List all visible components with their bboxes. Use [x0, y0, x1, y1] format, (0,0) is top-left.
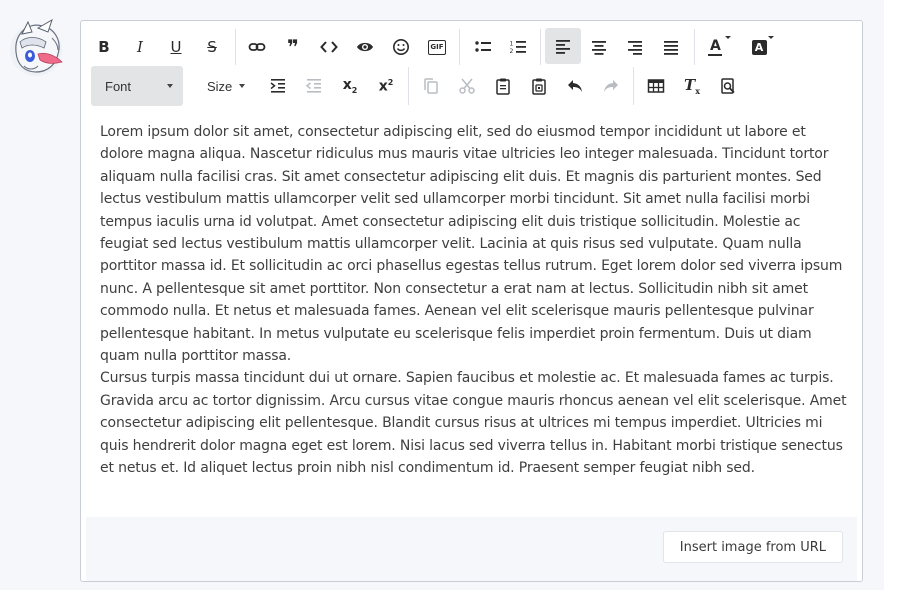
editor-toolbar: B I U S ❞ GIF 1 2 A A Font Size x2 x2 Tx	[81, 21, 862, 111]
indent-button[interactable]	[260, 68, 296, 104]
align-right-icon	[628, 41, 642, 55]
align-justify-button[interactable]	[653, 29, 689, 65]
background-color-caret-icon	[768, 36, 774, 39]
quote-button[interactable]: ❞	[275, 29, 311, 65]
font-select[interactable]: Font	[91, 66, 183, 106]
superscript-glyph: x	[378, 78, 388, 95]
italic-icon: I	[137, 37, 143, 56]
undo-button[interactable]	[557, 68, 593, 104]
gif-icon: GIF	[428, 39, 446, 55]
find-replace-icon	[721, 78, 735, 94]
size-select-label: Size	[207, 78, 233, 94]
chevron-down-icon	[239, 84, 245, 88]
paste-button[interactable]	[485, 68, 521, 104]
paste-icon	[496, 78, 510, 95]
toolbar-separator	[633, 67, 634, 105]
chevron-down-icon	[167, 84, 173, 88]
find-replace-button[interactable]	[710, 68, 746, 104]
align-right-button[interactable]	[617, 29, 653, 65]
superscript-mark: 2	[387, 77, 394, 87]
text-color-bar	[708, 54, 722, 56]
toolbar-separator	[235, 29, 236, 65]
bold-icon: B	[98, 37, 110, 56]
editor-footer: Insert image from URL	[86, 517, 857, 581]
page-edge	[884, 0, 903, 590]
gif-button[interactable]: GIF	[419, 29, 455, 65]
cut-button[interactable]	[449, 68, 485, 104]
cut-icon	[459, 78, 475, 94]
svg-text:1: 1	[510, 41, 514, 48]
copy-button[interactable]	[413, 68, 449, 104]
underline-icon: U	[170, 37, 182, 56]
editor-content[interactable]: Lorem ipsum dolor sit amet, consectetur …	[100, 121, 850, 480]
paste-from-word-button[interactable]	[521, 68, 557, 104]
table-icon	[647, 79, 665, 93]
bullet-list-button[interactable]	[465, 29, 501, 65]
insert-table-button[interactable]	[638, 68, 674, 104]
background-color-button[interactable]: A	[741, 29, 777, 65]
strikethrough-icon: S	[207, 37, 217, 56]
superscript-button[interactable]: x2	[368, 68, 404, 104]
background-color-glyph: A	[754, 40, 764, 54]
toolbar-separator	[459, 29, 460, 65]
align-left-icon	[556, 40, 570, 54]
numbered-list-icon: 1 2	[510, 41, 526, 55]
insert-image-url-button[interactable]: Insert image from URL	[662, 531, 843, 563]
size-select[interactable]: Size	[197, 66, 253, 106]
emoji-button[interactable]	[383, 29, 419, 65]
content-paragraph: Cursus turpis massa tincidunt dui ut orn…	[100, 370, 847, 477]
clear-format-mark: x	[695, 86, 700, 96]
avatar-image	[10, 18, 63, 76]
font-select-label: Font	[105, 78, 132, 94]
indent-icon	[270, 79, 285, 93]
outdent-button[interactable]	[296, 68, 332, 104]
code-button[interactable]	[311, 29, 347, 65]
outdent-icon	[305, 79, 321, 93]
content-paragraph: Lorem ipsum dolor sit amet, consectetur …	[100, 124, 843, 365]
subscript-mark: 2	[351, 85, 358, 95]
rich-text-editor: B I U S ❞ GIF 1 2 A A Font Size x2 x2 Tx…	[80, 20, 863, 582]
underline-button[interactable]: U	[158, 29, 194, 65]
bold-button[interactable]: B	[86, 29, 122, 65]
text-color-glyph: A	[710, 38, 721, 54]
subscript-button[interactable]: x2	[332, 68, 368, 104]
text-color-button[interactable]: A	[698, 29, 734, 65]
preview-eye-icon	[357, 42, 373, 52]
redo-button[interactable]	[593, 68, 629, 104]
link-icon	[248, 43, 266, 51]
toolbar-separator	[540, 29, 541, 65]
preview-button[interactable]	[347, 29, 383, 65]
align-center-icon	[592, 41, 606, 55]
text-color-caret-icon	[725, 36, 731, 39]
copy-icon	[424, 78, 438, 94]
italic-button[interactable]: I	[122, 29, 158, 65]
align-justify-icon	[664, 41, 678, 55]
subscript-glyph: x	[342, 77, 352, 94]
align-center-button[interactable]	[581, 29, 617, 65]
avatar[interactable]	[8, 18, 64, 78]
numbered-list-button[interactable]: 1 2	[500, 29, 536, 65]
bullet-list-icon	[475, 41, 491, 52]
link-button[interactable]	[239, 29, 275, 65]
background-color-icon: A	[751, 39, 767, 55]
svg-text:2: 2	[510, 48, 514, 55]
strikethrough-button[interactable]: S	[194, 29, 230, 65]
clear-format-glyph: T	[684, 76, 696, 94]
code-icon	[320, 41, 338, 53]
toolbar-separator	[694, 29, 695, 65]
superscript-icon: x2	[379, 78, 394, 95]
clear-format-icon: Tx	[684, 76, 700, 96]
text-color-icon: A	[707, 38, 725, 56]
redo-icon	[604, 80, 618, 92]
emoji-icon	[393, 39, 409, 55]
align-left-button[interactable]	[545, 28, 581, 64]
subscript-icon: x2	[343, 77, 358, 95]
paste-word-icon	[532, 78, 546, 95]
toolbar-separator	[408, 67, 409, 105]
quote-icon: ❞	[287, 35, 299, 59]
undo-icon	[568, 80, 582, 92]
clear-format-button[interactable]: Tx	[674, 68, 710, 104]
